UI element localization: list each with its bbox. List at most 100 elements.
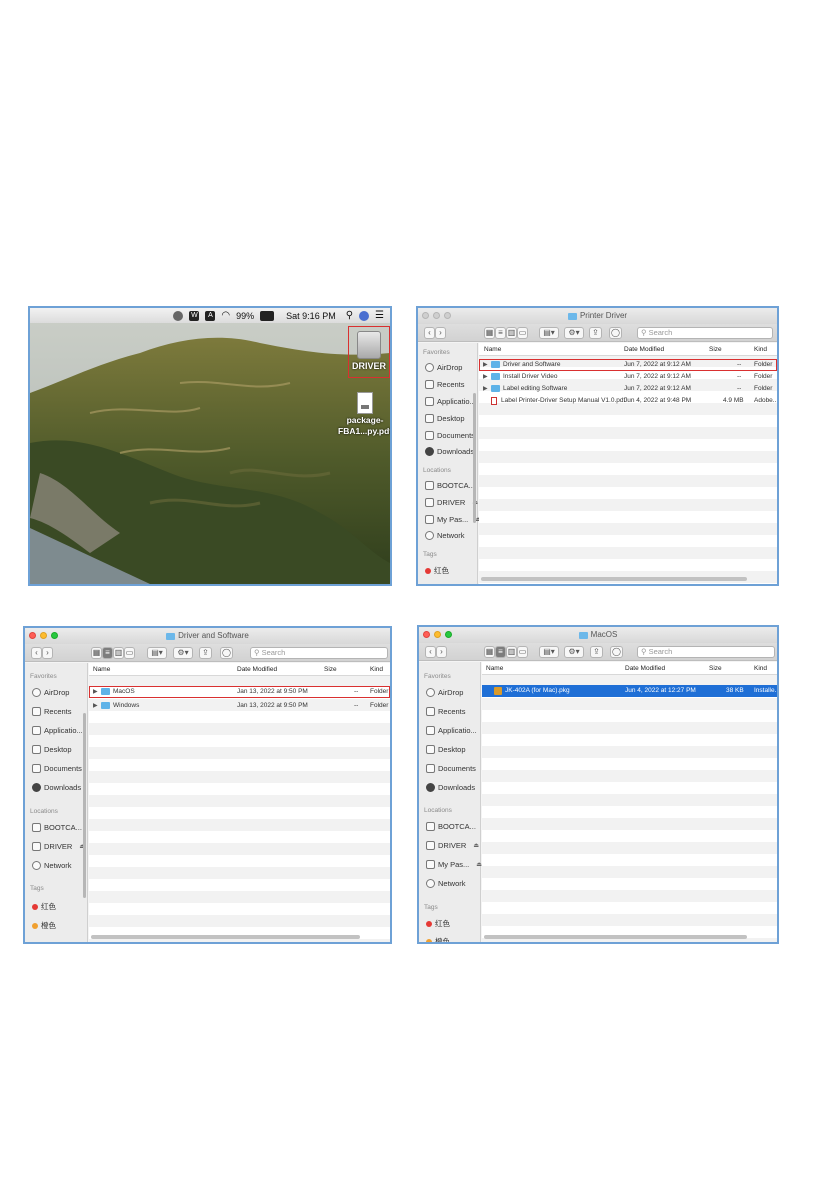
sidebar-item-bootcamp[interactable]: BOOTCA... [32,823,82,832]
tag-button[interactable]: ◯ [610,646,623,658]
sidebar-item-driver[interactable]: DRIVER⏏ [425,498,478,507]
driver-drive-icon[interactable]: DRIVER [348,326,390,378]
close-button[interactable] [422,312,429,319]
a-app-icon[interactable]: A [205,310,216,321]
zoom-button[interactable] [445,631,452,638]
list-view-button[interactable]: ≡ [495,646,506,658]
sidebar-item-airdrop[interactable]: AirDrop [32,688,69,697]
sidebar-tag-red[interactable]: 红色 [425,565,449,576]
column-date[interactable]: Date Modified [625,665,665,672]
table-row[interactable]: ▶ Install Driver Video Jun 7, 2022 at 9:… [479,371,777,383]
icon-view-button[interactable]: ▦ [484,327,495,339]
battery-icon[interactable] [260,310,275,321]
group-button[interactable]: ▤▾ [147,647,167,659]
column-view-button[interactable]: ▥ [113,647,124,659]
sidebar-item-airdrop[interactable]: AirDrop [425,363,462,372]
search-field[interactable]: ⚲ Search [637,646,775,658]
forward-button[interactable]: › [436,646,447,658]
w-app-icon[interactable]: W [189,310,200,321]
table-row[interactable]: ▶ Label editing Software Jun 7, 2022 at … [479,383,777,395]
wifi-icon[interactable]: ◠ [221,310,230,321]
action-gear-button[interactable]: ⚙▾ [173,647,193,659]
table-row[interactable]: ▶ Windows Jan 13, 2022 at 9:50 PM -- Fol… [89,700,390,712]
table-row[interactable]: ▶ MacOS Jan 13, 2022 at 9:50 PM -- Folde… [89,686,390,698]
gallery-view-button[interactable]: ▭ [517,646,528,658]
sidebar-item-network[interactable]: Network [32,861,72,870]
table-row[interactable]: ▶ Driver and Software Jun 7, 2022 at 9:1… [479,359,777,371]
sidebar-item-downloads[interactable]: Downloads [426,783,475,792]
share-button[interactable]: ⇪ [590,646,603,658]
sidebar-item-documents[interactable]: Documents [32,764,82,773]
sidebar-item-documents[interactable]: Documents [426,764,476,773]
sidebar-item-bootcamp[interactable]: BOOTCA... [425,481,475,490]
sidebar-item-applications[interactable]: Applicatio... [425,397,476,406]
list-icon[interactable]: ☰ [375,310,384,321]
tag-button[interactable]: ◯ [609,327,622,339]
sidebar-item-my-passport[interactable]: My Pas...⏏ [426,860,482,869]
sidebar-scrollbar[interactable] [83,713,86,898]
share-button[interactable]: ⇪ [589,327,602,339]
sidebar-tag-red[interactable]: 红色 [426,918,450,929]
column-name[interactable]: Name [486,665,503,672]
window-titlebar[interactable]: Driver and Software [25,628,390,644]
search-field[interactable]: ⚲ Search [250,647,388,659]
sidebar-item-recents[interactable]: Recents [32,707,72,716]
disclosure-triangle-icon[interactable]: ▶ [483,361,488,368]
group-button[interactable]: ▤▾ [539,646,559,658]
sidebar-scrollbar[interactable] [473,393,476,523]
search-field[interactable]: ⚲ Search [637,327,773,339]
gallery-view-button[interactable]: ▭ [517,327,528,339]
table-row[interactable]: JK-402A (for Mac).pkg Jun 4, 2022 at 12:… [482,685,777,697]
disclosure-triangle-icon[interactable]: ▶ [93,702,98,709]
status-icon[interactable] [173,310,184,321]
column-name[interactable]: Name [93,666,110,673]
disclosure-triangle-icon[interactable]: ▶ [483,385,488,392]
zoom-button[interactable] [444,312,451,319]
column-view-button[interactable]: ▥ [506,327,517,339]
sidebar-item-driver[interactable]: DRIVER⏏ [426,841,479,850]
back-button[interactable]: ‹ [31,647,42,659]
minimize-button[interactable] [433,312,440,319]
eject-icon[interactable]: ⏏ [473,842,479,849]
sidebar-item-applications[interactable]: Applicatio... [426,726,477,735]
column-view-button[interactable]: ▥ [506,646,517,658]
gallery-view-button[interactable]: ▭ [124,647,135,659]
search-icon[interactable]: ⚲ [346,310,353,321]
close-button[interactable] [423,631,430,638]
minimize-button[interactable] [434,631,441,638]
sidebar-item-bootcamp[interactable]: BOOTCA... [426,822,476,831]
column-kind[interactable]: Kind [754,346,767,353]
sidebar-item-documents[interactable]: Documents [425,431,475,440]
icon-view-button[interactable]: ▦ [484,646,495,658]
forward-button[interactable]: › [42,647,53,659]
column-date[interactable]: Date Modified [237,666,277,673]
close-button[interactable] [29,632,36,639]
back-button[interactable]: ‹ [424,327,435,339]
sidebar-item-desktop[interactable]: Desktop [426,745,466,754]
column-kind[interactable]: Kind [370,666,383,673]
siri-icon[interactable] [359,310,370,321]
list-view-button[interactable]: ≡ [102,647,113,659]
sidebar-item-driver[interactable]: DRIVER⏏ [32,842,85,851]
horizontal-scrollbar[interactable] [91,935,360,939]
sidebar-item-airdrop[interactable]: AirDrop [426,688,463,697]
sidebar-item-recents[interactable]: Recents [426,707,466,716]
column-size[interactable]: Size [324,666,337,673]
list-view-button[interactable]: ≡ [495,327,506,339]
sidebar-item-applications[interactable]: Applicatio... [32,726,83,735]
zoom-button[interactable] [51,632,58,639]
sidebar-item-desktop[interactable]: Desktop [32,745,72,754]
column-name[interactable]: Name [484,346,501,353]
sidebar-tag-orange[interactable]: 橙色 [32,920,56,931]
back-button[interactable]: ‹ [425,646,436,658]
sidebar-tag-orange[interactable]: 橙色 [426,936,450,942]
table-row[interactable]: Label Printer-Driver Setup Manual V1.0.p… [479,395,777,407]
sidebar-item-recents[interactable]: Recents [425,380,465,389]
disclosure-triangle-icon[interactable]: ▶ [483,373,488,380]
forward-button[interactable]: › [435,327,446,339]
sidebar-item-network[interactable]: Network [425,531,465,540]
tag-button[interactable]: ◯ [220,647,233,659]
sidebar-tag-red[interactable]: 红色 [32,901,56,912]
action-gear-button[interactable]: ⚙▾ [564,327,584,339]
sidebar-item-downloads[interactable]: Downloads [425,447,474,456]
